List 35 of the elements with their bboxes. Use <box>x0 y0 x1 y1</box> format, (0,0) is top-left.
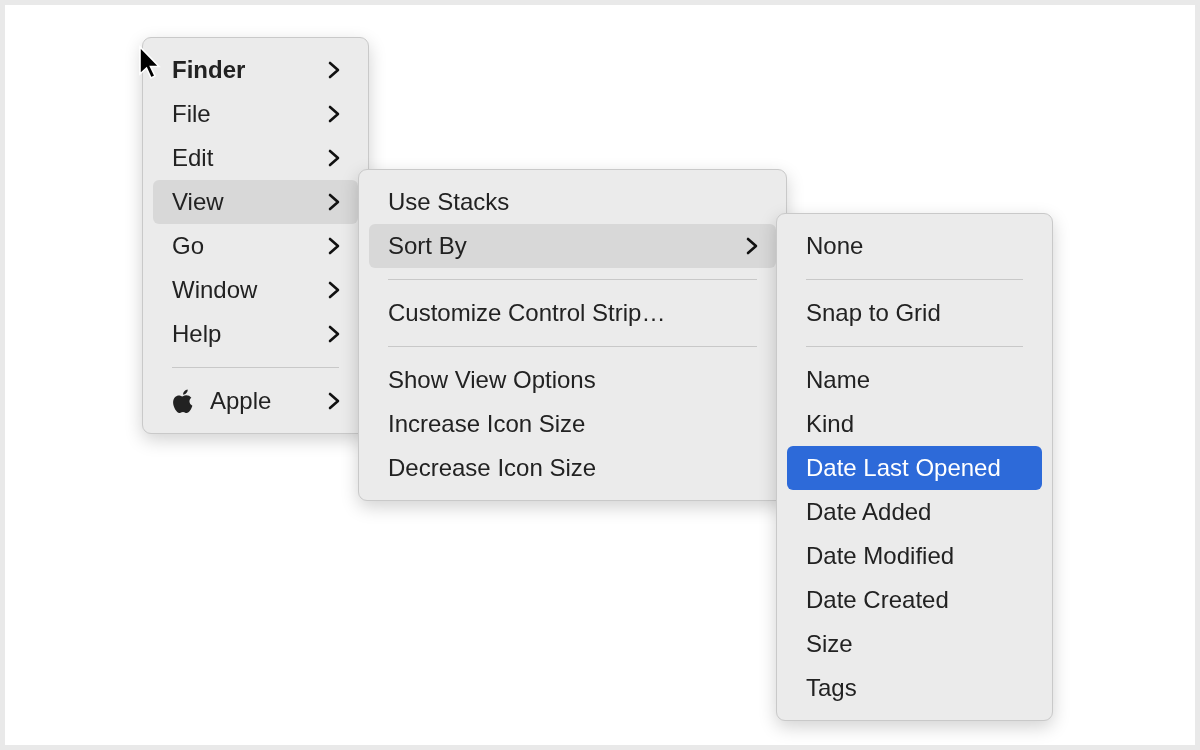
menu-item[interactable]: Finder <box>153 48 358 92</box>
chevron-right-icon <box>328 105 340 123</box>
menu-item[interactable]: Help <box>153 312 358 356</box>
chevron-right-icon <box>328 61 340 79</box>
menu-item[interactable]: None <box>787 224 1042 268</box>
chevron-right-icon <box>746 237 758 255</box>
menu-item[interactable]: Snap to Grid <box>787 291 1042 335</box>
chevron-right-icon <box>328 149 340 167</box>
menu-item[interactable]: Date Created <box>787 578 1042 622</box>
chevron-right-icon <box>328 325 340 343</box>
mouse-pointer-icon <box>138 45 162 81</box>
menu-item[interactable]: Tags <box>787 666 1042 710</box>
menu-item[interactable]: Kind <box>787 402 1042 446</box>
menu-item[interactable]: Use Stacks <box>369 180 776 224</box>
menu-item[interactable]: Go <box>153 224 358 268</box>
menu-item[interactable]: Customize Control Strip… <box>369 291 776 335</box>
menu-item[interactable]: Name <box>787 358 1042 402</box>
menu-item[interactable]: Apple <box>153 379 358 423</box>
menu-item[interactable]: View <box>153 180 358 224</box>
chevron-right-icon <box>328 193 340 211</box>
chevron-right-icon <box>328 237 340 255</box>
menu-item[interactable]: Size <box>787 622 1042 666</box>
menu-item[interactable]: Decrease Icon Size <box>369 446 776 490</box>
apple-logo-icon <box>172 388 194 414</box>
menu-item[interactable]: Date Modified <box>787 534 1042 578</box>
menu-item[interactable]: Show View Options <box>369 358 776 402</box>
menu-item[interactable]: Date Added <box>787 490 1042 534</box>
chevron-right-icon <box>328 281 340 299</box>
menu-item[interactable]: File <box>153 92 358 136</box>
chevron-right-icon <box>328 392 340 410</box>
menu-item[interactable]: Sort By <box>369 224 776 268</box>
menu-item[interactable]: Edit <box>153 136 358 180</box>
menu-item[interactable]: Date Last Opened <box>787 446 1042 490</box>
menu-item[interactable]: Window <box>153 268 358 312</box>
menu-item[interactable]: Increase Icon Size <box>369 402 776 446</box>
